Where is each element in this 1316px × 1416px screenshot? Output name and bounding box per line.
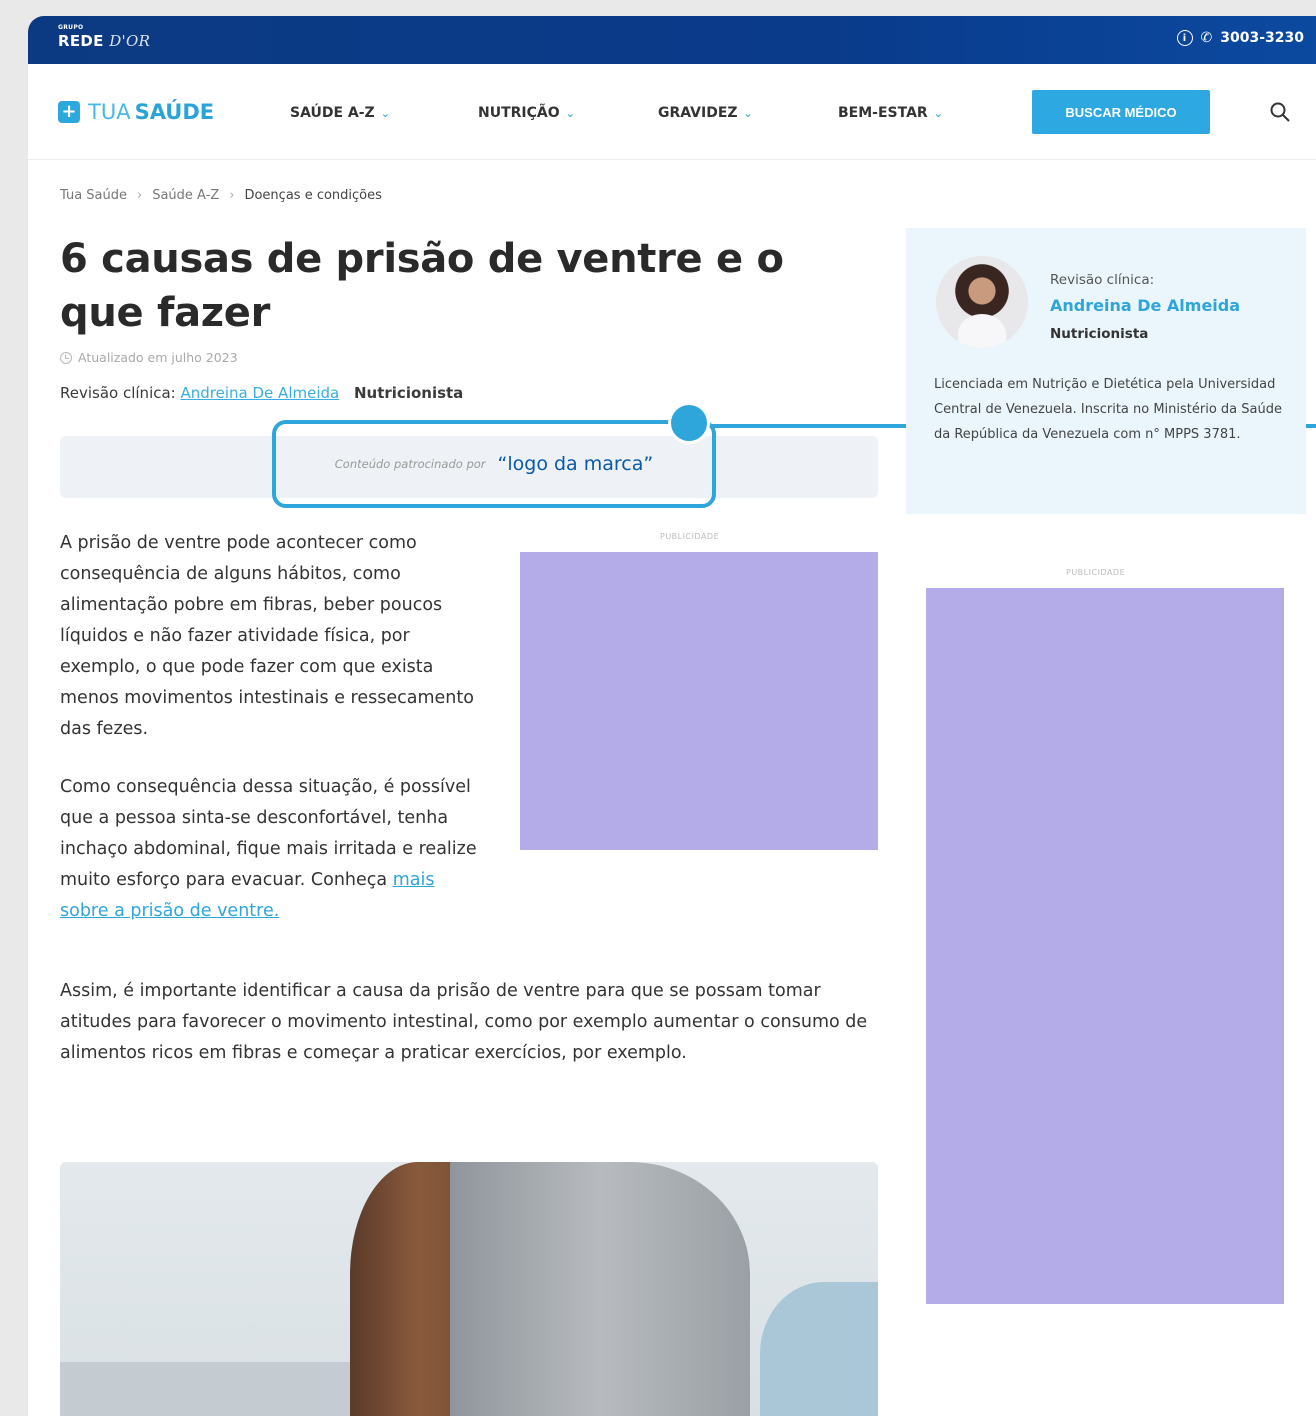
image-sofa (60, 1362, 360, 1416)
breadcrumb-item[interactable]: Tua Saúde (60, 188, 127, 203)
nav-item-label: NUTRIÇÃO (478, 105, 560, 121)
clock-icon (60, 351, 72, 364)
ad-slot-sidebar[interactable] (926, 588, 1284, 1304)
sponsor-brand-logo[interactable]: “logo da marca” (498, 453, 654, 475)
annotation-dot (668, 402, 710, 444)
article-hero-image (60, 1162, 878, 1416)
brand-small-text: GRUPO (58, 24, 84, 31)
review-prefix: Revisão clínica: (60, 384, 176, 402)
breadcrumb-item[interactable]: Doenças e condições (244, 188, 381, 203)
logo-text-part2: SAÚDE (134, 100, 215, 124)
sponsored-content-highlight: Conteúdo patrocinado por “logo da marca” (272, 420, 716, 508)
chevron-down-icon: ⌄ (380, 106, 390, 120)
article-paragraph: A prisão de ventre pode acontecer como c… (60, 533, 474, 739)
nav-item-bem-estar[interactable]: BEM-ESTAR ⌄ (838, 105, 943, 121)
nav-item-saude-az[interactable]: SAÚDE A-Z ⌄ (290, 105, 390, 121)
updated-text: Atualizado em julho 2023 (78, 350, 238, 365)
phone-contact[interactable]: i ✆ 3003-3230 (1176, 30, 1304, 46)
reviewer-card-label: Revisão clínica: (1050, 272, 1155, 288)
clinical-review-line: Revisão clínica: Andreina De Almeida Nut… (60, 384, 463, 402)
top-brand-bar: GRUPO REDE D'OR i ✆ 3003-3230 (28, 16, 1316, 64)
ad-slot-inline[interactable] (520, 552, 878, 850)
article-paragraph: Como consequência dessa situação, é poss… (60, 772, 485, 927)
ad-label: PUBLICIDADE (1066, 568, 1126, 577)
nav-item-gravidez[interactable]: GRAVIDEZ ⌄ (658, 105, 753, 121)
image-pillow (760, 1282, 878, 1416)
brand-main-text: REDE (58, 32, 104, 50)
nav-item-label: BEM-ESTAR (838, 105, 928, 121)
chevron-down-icon: ⌄ (933, 106, 943, 120)
image-sweater (450, 1162, 750, 1416)
nav-item-label: SAÚDE A-Z (290, 105, 375, 121)
ad-label: PUBLICIDADE (660, 532, 720, 541)
sponsor-label: Conteúdo patrocinado por (334, 457, 486, 471)
reviewer-bio: Licenciada em Nutrição e Dietética pela … (934, 377, 1282, 442)
info-icon[interactable]: i (1176, 30, 1193, 46)
plus-icon: + (58, 101, 80, 123)
reviewer-link[interactable]: Andreina De Almeida (181, 384, 340, 402)
avatar (936, 256, 1028, 348)
nav-item-nutricao[interactable]: NUTRIÇÃO ⌄ (478, 105, 575, 121)
updated-date: Atualizado em julho 2023 (60, 350, 238, 365)
reviewer-role: Nutricionista (353, 384, 464, 402)
reviewer-card-role: Nutricionista (1050, 326, 1149, 342)
reviewer-card-name[interactable]: Andreina De Almeida (1050, 296, 1240, 315)
nav-item-label: GRAVIDEZ (658, 105, 738, 121)
reviewer-card: Revisão clínica: Andreina De Almeida Nut… (906, 228, 1306, 514)
browser-frame: GRUPO REDE D'OR i ✆ 3003-3230 + TUA SAÚD… (28, 16, 1316, 1416)
article-paragraph: Assim, é importante identificar a causa … (60, 981, 868, 1063)
breadcrumb-item[interactable]: Saúde A-Z (152, 188, 219, 203)
main-nav: + TUA SAÚDE SAÚDE A-Z ⌄ NUTRIÇÃO ⌄ GRAVI… (28, 64, 1316, 160)
chevron-down-icon: ⌄ (743, 106, 753, 120)
chevron-down-icon: ⌄ (565, 106, 575, 120)
logo-text-part1: TUA (88, 100, 131, 124)
chevron-right-icon: › (137, 188, 143, 203)
brand-script-text: D'OR (109, 32, 151, 50)
search-icon[interactable] (1268, 100, 1292, 124)
page-title: 6 causas de prisão de ventre e o que faz… (60, 236, 784, 336)
breadcrumb: Tua Saúde › Saúde A-Z › Doenças e condiç… (60, 188, 382, 203)
buscar-medico-button[interactable]: BUSCAR MÉDICO (1032, 90, 1210, 134)
phone-icon: ✆ (1200, 30, 1213, 46)
tua-saude-logo[interactable]: + TUA SAÚDE (58, 100, 214, 124)
phone-number: 3003-3230 (1220, 30, 1304, 46)
chevron-right-icon: › (229, 188, 235, 203)
rede-dor-logo[interactable]: GRUPO REDE D'OR (58, 24, 151, 50)
